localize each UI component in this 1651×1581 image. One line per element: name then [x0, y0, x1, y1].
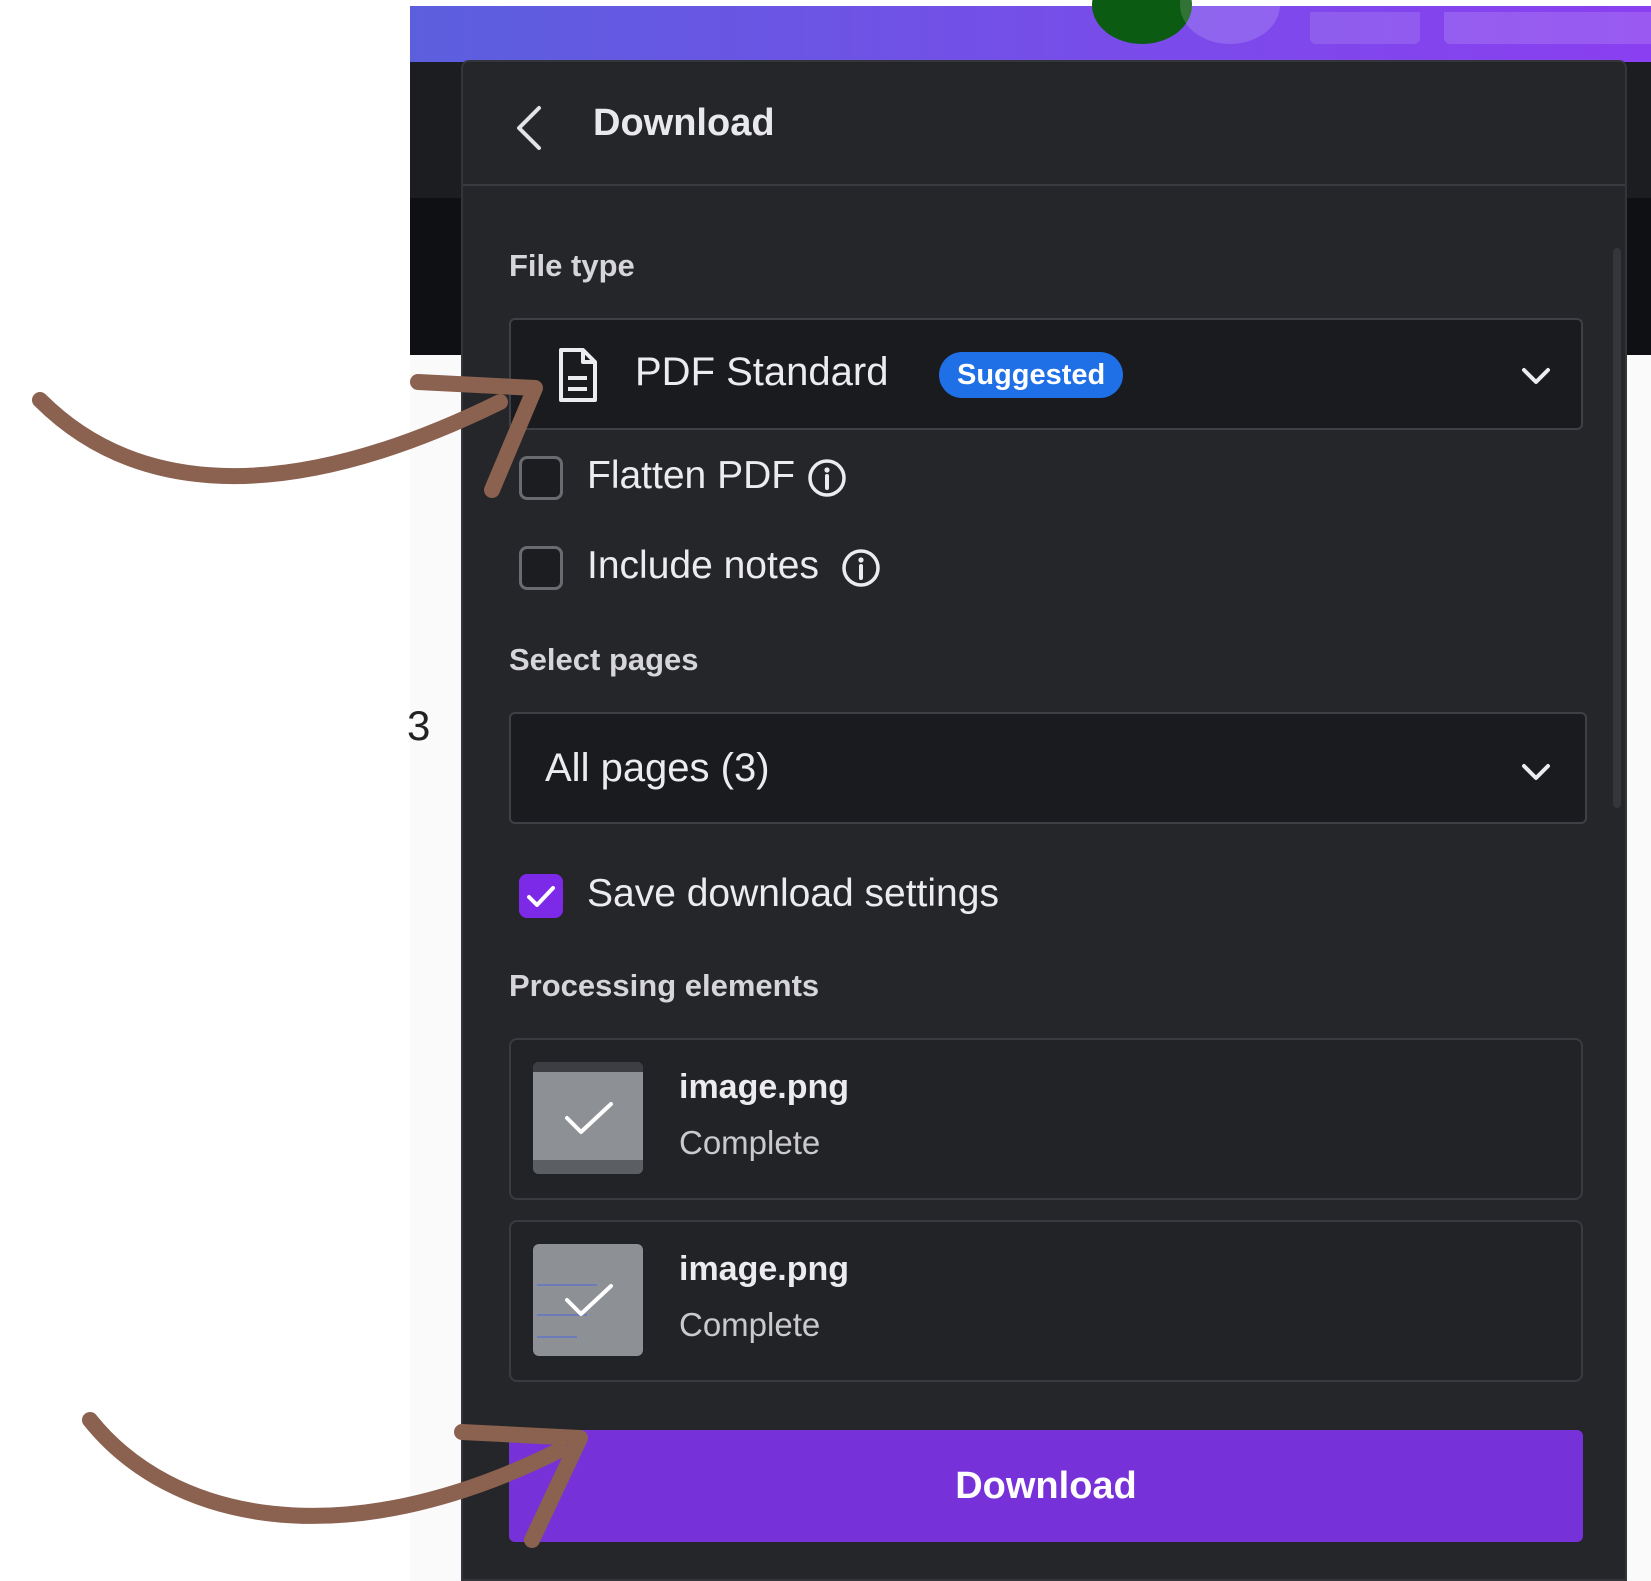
- flatten-pdf-label: Flatten PDF: [587, 454, 796, 497]
- download-button[interactable]: Download: [509, 1430, 1583, 1542]
- editor-top-bar: [410, 0, 1651, 62]
- chevron-down-icon: [1522, 764, 1550, 780]
- flatten-pdf-checkbox[interactable]: [519, 456, 563, 500]
- file-type-label: File type: [509, 248, 635, 283]
- save-settings-checkbox[interactable]: [519, 874, 563, 918]
- checkmark-icon: [565, 1284, 613, 1316]
- screenshot-stage: 3 Download File type PDF Standard Sugges…: [0, 0, 1651, 1581]
- checkmark-icon: [565, 1102, 613, 1134]
- processing-item: image.png Complete: [509, 1220, 1583, 1382]
- select-pages-value: All pages (3): [545, 746, 770, 790]
- chevron-down-icon: [1522, 368, 1550, 384]
- processing-item-status: Complete: [679, 1124, 821, 1161]
- download-panel: Download File type PDF Standard Suggeste…: [461, 60, 1627, 1581]
- panel-header: Download: [463, 62, 1625, 186]
- panel-title: Download: [593, 102, 775, 144]
- flatten-pdf-option[interactable]: Flatten PDF: [519, 454, 919, 502]
- file-type-value: PDF Standard: [635, 350, 889, 394]
- processing-item-status: Complete: [679, 1306, 821, 1343]
- panel-scrollbar[interactable]: [1613, 248, 1621, 808]
- processing-item-name: image.png: [679, 1068, 850, 1106]
- info-icon[interactable]: [807, 458, 847, 498]
- checkmark-icon: [527, 886, 555, 907]
- save-settings-label: Save download settings: [587, 872, 999, 915]
- processing-item: image.png Complete: [509, 1038, 1583, 1200]
- image-thumbnail: [533, 1062, 643, 1174]
- include-notes-checkbox[interactable]: [519, 546, 563, 590]
- topbar-button[interactable]: [1310, 12, 1420, 44]
- document-icon: [559, 348, 597, 402]
- processing-item-name: image.png: [679, 1250, 850, 1288]
- include-notes-option[interactable]: Include notes: [519, 544, 939, 592]
- save-settings-option[interactable]: Save download settings: [519, 872, 1039, 920]
- file-type-select[interactable]: PDF Standard Suggested: [509, 318, 1583, 430]
- info-icon[interactable]: [841, 548, 881, 588]
- back-arrow-icon[interactable]: [515, 104, 543, 152]
- topbar-button[interactable]: [1444, 12, 1651, 44]
- select-pages-select[interactable]: All pages (3): [509, 712, 1587, 824]
- select-pages-label: Select pages: [509, 642, 699, 677]
- image-thumbnail: [533, 1244, 643, 1356]
- processing-label: Processing elements: [509, 968, 820, 1003]
- include-notes-label: Include notes: [587, 544, 820, 587]
- collaborator-avatar[interactable]: [1180, 0, 1280, 44]
- avatar[interactable]: [1092, 0, 1192, 44]
- suggested-badge: Suggested: [939, 352, 1124, 398]
- page-number: 3: [407, 702, 431, 749]
